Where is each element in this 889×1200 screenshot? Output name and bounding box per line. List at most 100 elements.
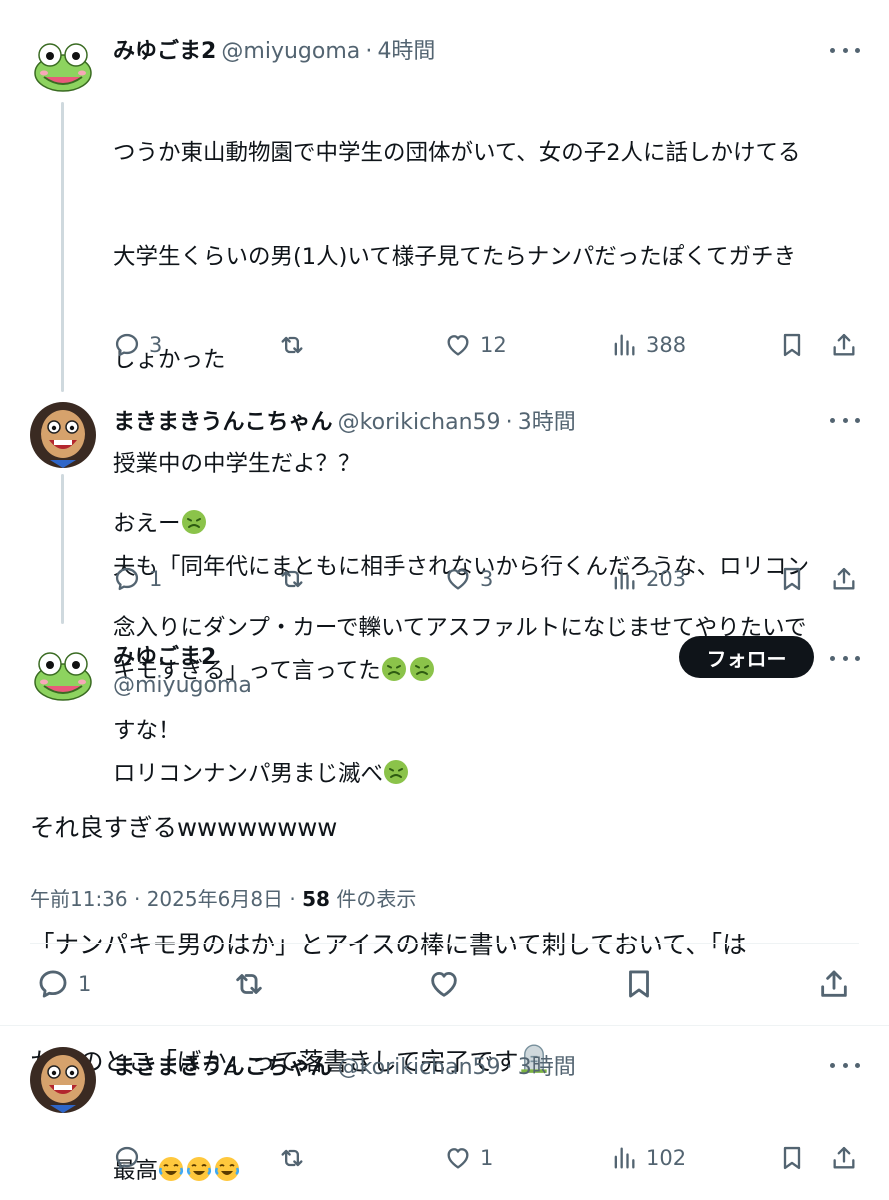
tweet-timestamp[interactable]: 午前11:36 · 2025年6月8日 · [30, 887, 302, 911]
reply-icon [113, 1144, 141, 1172]
tweet-text-line: 大学生くらいの男(1人)いて様子見てたらナンパだったぽくてガチき [113, 243, 797, 270]
bar-chart-icon [610, 1144, 638, 1172]
avatar-frog[interactable] [30, 642, 96, 708]
divider [30, 943, 859, 944]
retweet-button[interactable] [278, 331, 306, 359]
separator: · [365, 39, 373, 64]
share-icon [830, 1144, 858, 1172]
separator: · [505, 1055, 513, 1080]
view-count: 388 [646, 333, 687, 357]
views-button[interactable]: 102 [610, 1144, 686, 1172]
share-icon [830, 331, 858, 359]
display-name[interactable]: みゆごま2 [113, 639, 216, 671]
avatar-cartoon-man[interactable] [30, 402, 96, 468]
heart-icon [444, 1144, 472, 1172]
relative-time[interactable]: 4時間 [377, 39, 435, 64]
user-handle[interactable]: @miyugoma [113, 673, 252, 698]
tweet-text-line: それ良すぎるwwwwwwww [30, 813, 338, 842]
tweet[interactable]: みゆごま2 @miyugoma · 4時間 つうか東山動物園で中学生の団体がいて… [0, 0, 889, 787]
share-button[interactable] [830, 331, 858, 359]
user-handle[interactable]: @miyugoma [221, 39, 360, 64]
retweet-icon [278, 331, 306, 359]
follow-button[interactable]: フォロー [679, 636, 814, 678]
bookmark-button[interactable] [778, 1144, 806, 1172]
share-icon [830, 565, 858, 593]
avatar-cartoon-man[interactable] [30, 1047, 96, 1113]
retweet-button[interactable] [278, 1144, 306, 1172]
more-options-icon[interactable] [830, 410, 860, 430]
frog-avatar-image [30, 642, 96, 708]
tweet-text: 最高 [113, 1085, 242, 1200]
tweet[interactable]: まきまきうんこちゃん @korikichan59 · 3時間 おえー 念入りにダ… [0, 390, 889, 744]
retweet-icon [278, 565, 306, 593]
share-button[interactable] [817, 967, 851, 1001]
relative-time[interactable]: 3時間 [518, 410, 576, 435]
tears-of-joy-emoji [158, 1157, 184, 1181]
share-icon [817, 967, 851, 1001]
views-button[interactable]: 388 [610, 331, 686, 359]
like-count: 1 [480, 1146, 494, 1170]
nauseated-face-emoji [181, 510, 206, 534]
like-count: 3 [480, 567, 494, 591]
user-handle[interactable]: @korikichan59 [338, 1055, 501, 1080]
reply-count: 3 [149, 333, 163, 357]
bookmark-icon [778, 1144, 806, 1172]
heart-icon [427, 967, 461, 1001]
view-count: 58 [302, 887, 330, 911]
bookmark-button[interactable] [778, 565, 806, 593]
retweet-icon [232, 967, 266, 1001]
display-name[interactable]: まきまきうんこちゃん [113, 410, 333, 435]
tweet-text-line: つうか東山動物園で中学生の団体がいて、女の子2人に話しかけてる [113, 140, 801, 166]
share-button[interactable] [830, 565, 858, 593]
retweet-icon [278, 1144, 306, 1172]
display-name[interactable]: みゆごま2 [113, 39, 216, 64]
bookmark-button[interactable] [622, 967, 656, 1001]
reply-tweet[interactable]: まきまきうんこちゃん @korikichan59 · 3時間 最高 1 102 [0, 1035, 889, 1200]
tears-of-joy-emoji [186, 1157, 212, 1181]
tweet-header: みゆごま2 @miyugoma · 4時間 [113, 33, 435, 65]
user-handle[interactable]: @korikichan59 [338, 410, 501, 435]
like-button[interactable]: 12 [444, 331, 507, 359]
share-button[interactable] [830, 1144, 858, 1172]
reply-button[interactable]: 1 [36, 967, 91, 1001]
bar-chart-icon [610, 565, 638, 593]
tweet-timestamp-row: 午前11:36 · 2025年6月8日 · 58 件の表示 [30, 883, 416, 912]
heart-icon [444, 331, 472, 359]
tweet-text-line: おえー [113, 511, 181, 537]
view-count: 102 [646, 1146, 687, 1170]
cartoon-man-avatar-image [30, 1047, 96, 1113]
reply-icon [36, 967, 70, 1001]
like-button[interactable]: 3 [444, 565, 493, 593]
divider [0, 1025, 889, 1026]
tweet-text-line: 「ナンパキモ男のはか」とアイスの棒に書いて刺しておいて、「は [30, 930, 747, 959]
reply-button[interactable] [113, 1144, 149, 1172]
heart-icon [444, 565, 472, 593]
retweet-button[interactable] [278, 565, 306, 593]
bookmark-icon [778, 565, 806, 593]
display-name[interactable]: まきまきうんこちゃん [113, 1055, 333, 1080]
bookmark-button[interactable] [778, 331, 806, 359]
bookmark-icon [778, 331, 806, 359]
more-options-icon[interactable] [830, 40, 860, 60]
frog-avatar-image [30, 33, 96, 99]
reply-count: 1 [78, 972, 92, 996]
tweet-header: まきまきうんこちゃん @korikichan59 · 3時間 [113, 1049, 576, 1081]
reply-count: 1 [149, 567, 163, 591]
retweet-button[interactable] [232, 967, 266, 1001]
reply-button[interactable]: 3 [113, 331, 162, 359]
view-count-label: 件の表示 [329, 887, 417, 911]
reply-button[interactable]: 1 [113, 565, 162, 593]
more-options-icon[interactable] [830, 648, 860, 668]
avatar-frog[interactable] [30, 33, 96, 99]
bar-chart-icon [610, 331, 638, 359]
bookmark-icon [622, 967, 656, 1001]
cartoon-man-avatar-image [30, 402, 96, 468]
tweet-text-line-wrap: おえー [113, 507, 806, 542]
views-button[interactable]: 203 [610, 565, 686, 593]
like-button[interactable]: 1 [444, 1144, 493, 1172]
relative-time[interactable]: 3時間 [518, 1055, 576, 1080]
more-options-icon[interactable] [830, 1055, 860, 1075]
like-count: 12 [480, 333, 507, 357]
view-count: 203 [646, 567, 687, 591]
like-button[interactable] [427, 967, 461, 1001]
